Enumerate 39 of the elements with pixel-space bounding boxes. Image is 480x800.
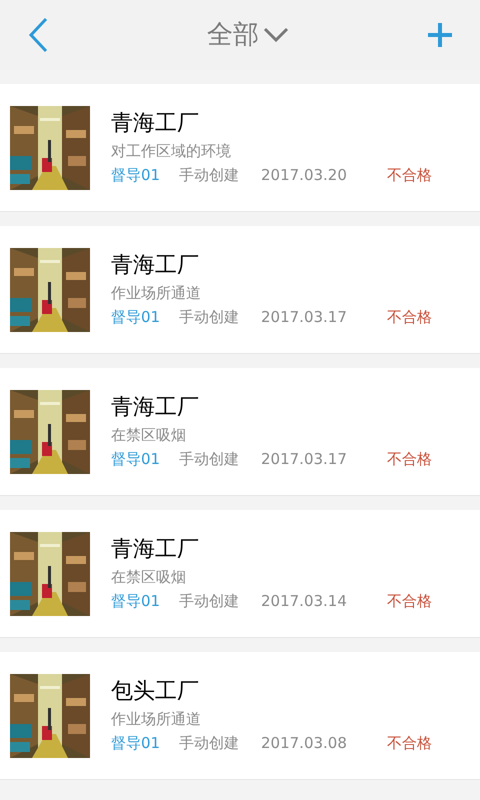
factory-name: 包头工厂 (111, 678, 200, 706)
plus-icon (427, 22, 453, 48)
issue-description: 作业场所通道 (111, 708, 202, 730)
supervisor-label: 督导01 (111, 448, 162, 470)
issue-description: 在禁区吸烟 (111, 424, 187, 446)
supervisor-label: 督导01 (111, 164, 162, 186)
record-card[interactable]: 青海工厂 在禁区吸烟 督导01 手动创建 2017.03.14 不合格 (0, 510, 480, 638)
source-label: 手动创建 (179, 448, 240, 470)
date-label: 2017.03.14 (261, 590, 348, 612)
issue-description: 对工作区域的环境 (111, 140, 232, 162)
issue-description: 在禁区吸烟 (111, 566, 187, 588)
date-label: 2017.03.17 (261, 448, 348, 470)
date-label: 2017.03.20 (261, 164, 348, 186)
record-card[interactable]: 青海工厂 在禁区吸烟 督导01 手动创建 2017.03.17 不合格 (0, 368, 480, 496)
source-label: 手动创建 (179, 164, 240, 186)
supervisor-label: 督导01 (111, 306, 162, 328)
factory-name: 青海工厂 (111, 536, 200, 564)
supervisor-label: 督导01 (111, 590, 162, 612)
status-label: 不合格 (387, 448, 432, 470)
factory-name: 青海工厂 (111, 252, 200, 280)
record-card[interactable]: 青海工厂 对工作区域的环境 督导01 手动创建 2017.03.20 不合格 (0, 84, 480, 212)
date-label: 2017.03.17 (261, 306, 348, 328)
back-icon (28, 17, 48, 53)
record-card[interactable]: 青海工厂 作业场所通道 督导01 手动创建 2017.03.17 不合格 (0, 226, 480, 354)
status-label: 不合格 (387, 732, 432, 754)
source-label: 手动创建 (179, 732, 240, 754)
factory-name: 青海工厂 (111, 394, 200, 422)
status-label: 不合格 (387, 164, 432, 186)
status-label: 不合格 (387, 590, 432, 612)
issue-description: 作业场所通道 (111, 282, 202, 304)
filter-dropdown[interactable]: 全部 (207, 16, 289, 54)
date-label: 2017.03.08 (261, 732, 348, 754)
source-label: 手动创建 (179, 306, 240, 328)
supervisor-label: 督导01 (111, 732, 162, 754)
chevron-down-icon (263, 27, 289, 43)
source-label: 手动创建 (179, 590, 240, 612)
record-card[interactable]: 包头工厂 作业场所通道 督导01 手动创建 2017.03.08 不合格 (0, 652, 480, 780)
status-label: 不合格 (387, 306, 432, 328)
factory-name: 青海工厂 (111, 110, 200, 138)
